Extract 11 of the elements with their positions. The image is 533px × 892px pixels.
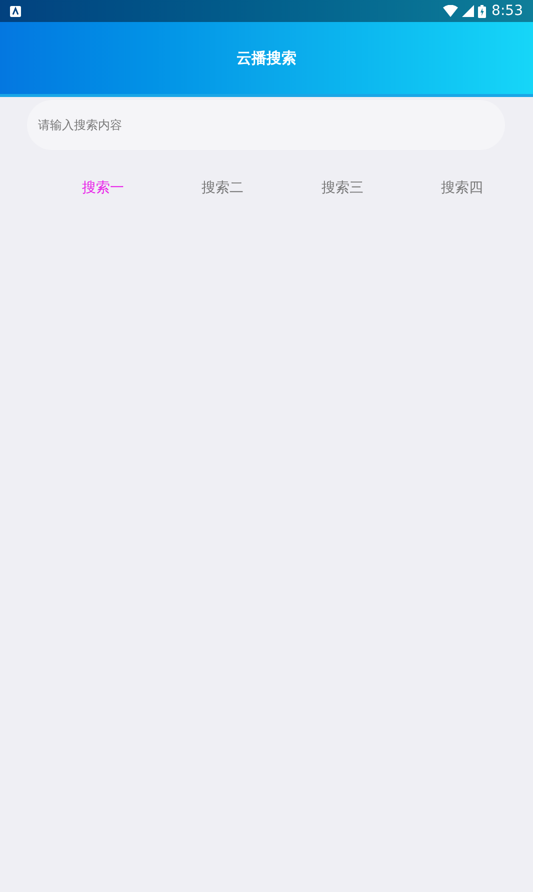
tab[interactable]: 搜索四 (402, 174, 522, 203)
tab[interactable]: 搜索二 (162, 174, 282, 203)
battery-icon (478, 4, 486, 18)
search-field[interactable]: 请输入搜索内容 (27, 100, 505, 150)
app-notification-icon (10, 6, 21, 16)
wifi-icon (442, 5, 458, 17)
signal-icon (462, 5, 474, 17)
tab[interactable]: 搜索三 (282, 174, 402, 203)
status-time: 8:53 (492, 2, 523, 20)
header-title: 云播搜索 (236, 48, 296, 69)
tab[interactable]: 搜索一 (43, 174, 163, 203)
